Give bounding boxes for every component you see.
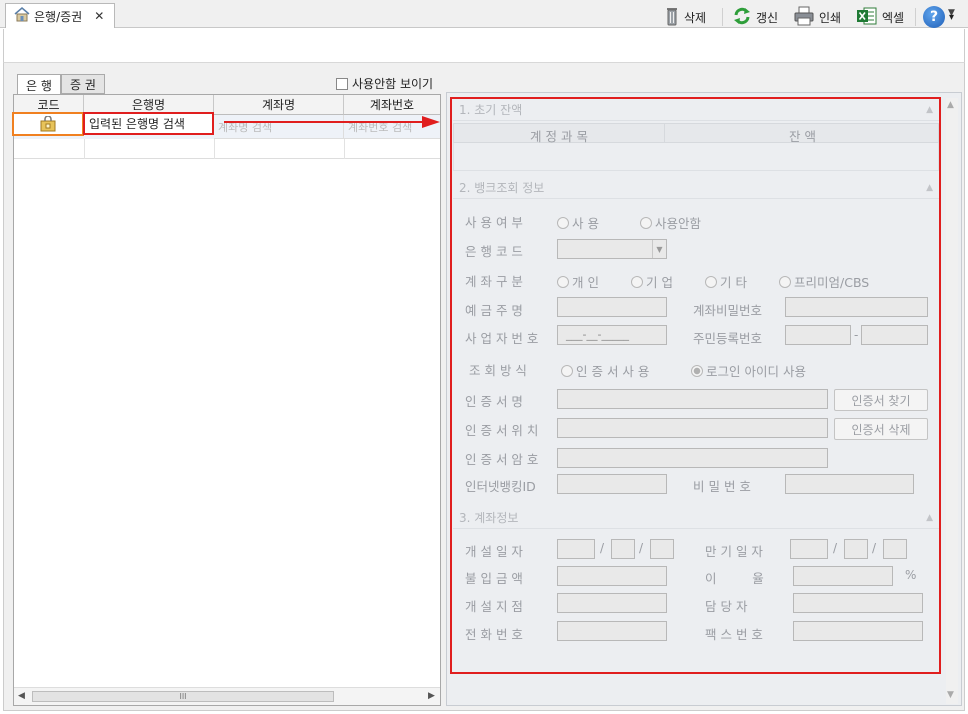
bank-account-grid: 코드 은행명 계좌명 계좌번호 계좌명 검색 계좌번호 검색 ◀ III ▶ (13, 94, 441, 706)
toolbar-divider (915, 8, 916, 26)
excel-button[interactable]: 엑셀 (856, 6, 904, 28)
bank-name-search-cell[interactable]: 입력된 은행명 검색 (83, 112, 214, 135)
lock-folder-icon[interactable] (40, 115, 56, 135)
table-row[interactable] (14, 139, 440, 159)
scroll-right-icon[interactable]: ▶ (428, 691, 435, 701)
document-tab-bank-securities[interactable]: 은행/증권 ✕ (5, 3, 115, 28)
scroll-down-icon[interactable]: ▼ (947, 690, 954, 700)
column-divider (214, 139, 215, 159)
highlight-box (450, 97, 941, 674)
scroll-thumb[interactable]: III (32, 691, 334, 702)
column-header-account-name[interactable]: 계좌명 (214, 95, 344, 115)
tab-bank[interactable]: 은 행 (17, 74, 61, 95)
tab-bank-label: 은 행 (26, 78, 52, 93)
tab-securities[interactable]: 증 권 (61, 74, 105, 94)
scroll-grip: III (179, 692, 187, 701)
close-tab-icon[interactable]: ✕ (94, 9, 104, 23)
refresh-label: 갱신 (756, 10, 779, 25)
toolbar-divider (722, 8, 723, 26)
checkbox-icon (336, 77, 348, 90)
show-unused-checkbox[interactable]: 사용안함 보이기 (336, 75, 433, 92)
printer-icon (793, 6, 815, 29)
code-search-cell[interactable] (12, 112, 84, 136)
help-button[interactable]: ? ▾ (923, 6, 954, 28)
print-button[interactable]: 인쇄 (793, 6, 841, 28)
delete-button[interactable]: 삭제 (664, 6, 706, 28)
scroll-up-icon[interactable]: ▲ (947, 100, 954, 110)
horizontal-scrollbar[interactable]: ◀ III ▶ (14, 687, 440, 705)
bank-name-search-label: 입력된 은행명 검색 (89, 117, 185, 131)
column-divider (344, 139, 345, 159)
help-dropdown-icon[interactable]: ▾ (949, 12, 954, 23)
refresh-button[interactable]: 갱신 (732, 6, 778, 28)
toolbar (3, 29, 965, 63)
trash-icon (664, 5, 680, 30)
scroll-left-icon[interactable]: ◀ (18, 691, 25, 701)
show-unused-label: 사용안함 보이기 (352, 77, 434, 91)
help-icon: ? (923, 6, 945, 28)
vertical-scrollbar[interactable]: ▲ ▼ (946, 98, 958, 704)
print-label: 인쇄 (819, 10, 842, 25)
column-header-account-number[interactable]: 계좌번호 (344, 95, 440, 115)
excel-icon (856, 6, 878, 29)
tab-securities-label: 증 권 (70, 77, 96, 92)
column-divider (84, 139, 85, 159)
excel-label: 엑셀 (882, 10, 905, 25)
house-icon (14, 7, 30, 25)
document-tab-label: 은행/증권 (34, 9, 83, 24)
refresh-icon (732, 6, 752, 29)
annotation-arrow (224, 116, 440, 128)
delete-label: 삭제 (684, 10, 707, 25)
